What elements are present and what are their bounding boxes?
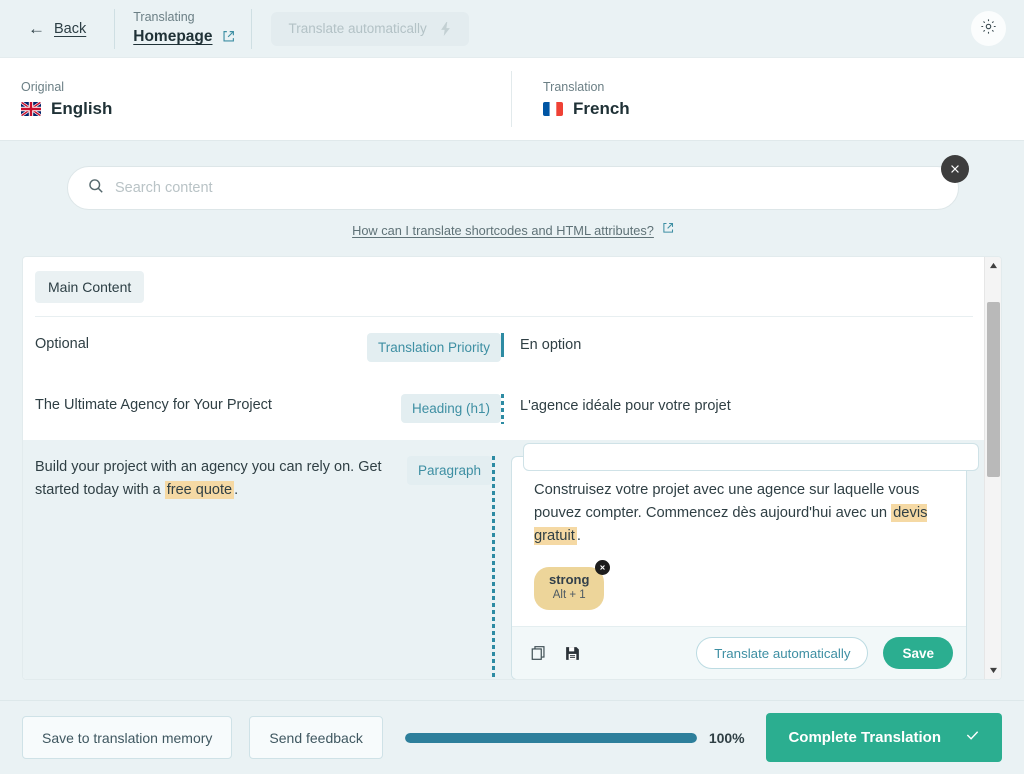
row-target[interactable]: En option (501, 317, 985, 373)
editor-toolbar: Translate automatically Save (512, 626, 966, 679)
back-button[interactable]: ← Back (0, 20, 114, 37)
original-language-name: English (51, 98, 113, 118)
scroll-up-button[interactable] (985, 257, 1001, 274)
row-marker-dotted (492, 456, 495, 679)
tag-chip-strong[interactable]: strong Alt + 1 (534, 560, 611, 611)
row-target: Construisez votre projet avec une agence… (492, 440, 985, 679)
close-icon (951, 165, 959, 173)
scrollbar-track[interactable] (985, 274, 1001, 662)
translation-kicker: Translation (543, 79, 605, 94)
close-icon (600, 565, 606, 571)
external-link-icon[interactable] (222, 30, 235, 43)
row-target[interactable]: L'agence idéale pour votre projet (501, 378, 985, 440)
row-source: Optional Translation Priority (23, 317, 501, 378)
search-icon (88, 178, 104, 199)
progress-bar (404, 732, 697, 743)
lightning-bolt-icon (440, 21, 451, 36)
help-row: How can I translate shortcodes and HTML … (67, 221, 959, 239)
translate-automatically-label: Translate automatically (288, 21, 427, 36)
floppy-disk-icon[interactable] (563, 644, 582, 663)
target-text: L'agence idéale pour votre projet (520, 398, 731, 414)
translation-editor[interactable]: Construisez votre projet avec une agence… (511, 456, 967, 679)
content-card: Main Content Optional Translation Priori… (22, 256, 1002, 680)
target-text: En option (520, 337, 582, 353)
search-input[interactable] (115, 180, 938, 196)
close-search-button[interactable] (941, 155, 969, 183)
settings-button[interactable] (971, 11, 1006, 46)
row-source: Build your project with an agency you ca… (23, 440, 492, 518)
row-source: The Ultimate Agency for Your Project Hea… (23, 378, 501, 439)
save-to-translation-memory-button[interactable]: Save to translation memory (22, 716, 233, 759)
translating-kicker: Translating (133, 10, 195, 25)
table-row-active: Build your project with an agency you ca… (23, 440, 985, 679)
page-name-link[interactable]: Homepage (133, 28, 212, 46)
status-badge: Paragraph (406, 456, 492, 485)
progress-bar-fill (404, 732, 697, 743)
status-badge: Translation Priority (366, 333, 501, 362)
translation-language-block: Translation French (511, 71, 630, 127)
source-text: The Ultimate Agency for Your Project (35, 397, 272, 413)
table-row: Optional Translation Priority En option (23, 317, 985, 378)
source-text-highlight: free quote (164, 480, 235, 499)
content-scroll-area: Main Content Optional Translation Priori… (23, 257, 985, 679)
translate-automatically-button-top[interactable]: Translate automatically (270, 11, 469, 46)
chevron-down-icon (989, 667, 997, 674)
translate-automatically-button[interactable]: Translate automatically (696, 637, 869, 670)
complete-translation-button[interactable]: Complete Translation (766, 713, 1002, 762)
scrollbar-thumb[interactable] (987, 302, 1000, 477)
flag-fr-icon (543, 101, 563, 116)
status-badge: Heading (h1) (400, 394, 501, 423)
chevron-up-icon (989, 262, 997, 269)
table-row: The Ultimate Agency for Your Project Hea… (23, 378, 985, 440)
divider (250, 8, 252, 49)
source-text-part2: . (234, 481, 239, 498)
tag-chip-shortcut: Alt + 1 (552, 589, 586, 602)
search-box[interactable] (67, 166, 959, 210)
language-bar: Original English Translation French (0, 57, 1024, 141)
translation-language-name: French (573, 98, 630, 118)
close-icon (747, 453, 755, 461)
arrow-left-icon: ← (28, 19, 45, 38)
editor-text[interactable]: Construisez votre projet avec une agence… (534, 479, 944, 547)
translating-info: Translating Homepage (115, 10, 250, 46)
top-toolbar: ← Back Translating Homepage Translate au… (0, 0, 1024, 57)
scrollbar[interactable] (984, 257, 1001, 679)
original-language-block: Original English (21, 80, 511, 119)
check-icon (965, 728, 980, 747)
copy-icon[interactable] (529, 644, 548, 663)
save-button[interactable]: Save (883, 637, 953, 670)
editor-text-part2: . (576, 527, 581, 544)
content-tabs: Main Content (23, 257, 985, 303)
tab-main-content[interactable]: Main Content (35, 271, 145, 303)
tag-chip-name: strong (549, 572, 590, 588)
send-feedback-button[interactable]: Send feedback (249, 716, 383, 759)
scroll-down-button[interactable] (985, 662, 1001, 679)
search-area: How can I translate shortcodes and HTML … (67, 155, 969, 239)
remove-tag-button[interactable] (595, 560, 611, 576)
progress-area: 100% (404, 729, 745, 746)
complete-translation-label: Complete Translation (788, 729, 941, 746)
translation-editor-shell: Construisez votre projet avec une agence… (511, 443, 979, 679)
editor-text-part1: Construisez votre projet avec une agence… (534, 482, 920, 521)
bottom-action-bar: Save to translation memory Send feedback… (0, 700, 1024, 774)
back-button-label: Back (54, 20, 87, 37)
close-editor-button[interactable] (523, 443, 979, 471)
editor-body[interactable]: Construisez votre projet avec une agence… (512, 457, 966, 626)
source-text: Build your project with an agency you ca… (35, 456, 397, 502)
gear-icon (980, 18, 997, 40)
external-link-icon[interactable] (662, 221, 674, 239)
source-text: Optional (35, 336, 90, 352)
help-link[interactable]: How can I translate shortcodes and HTML … (352, 223, 654, 238)
progress-label: 100% (708, 729, 745, 746)
translation-editor-page: ← Back Translating Homepage Translate au… (0, 0, 1024, 774)
row-marker-dotted (501, 394, 504, 424)
flag-uk-icon (21, 101, 41, 116)
row-marker-solid (501, 333, 504, 357)
original-kicker: Original (21, 79, 65, 94)
